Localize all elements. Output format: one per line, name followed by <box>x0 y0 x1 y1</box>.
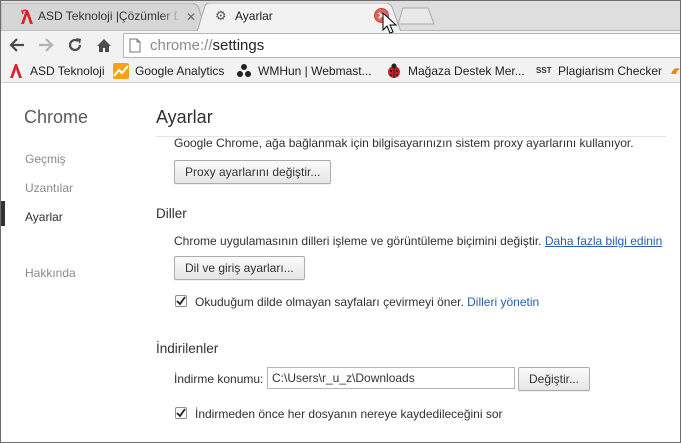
bookmark-label: Mağaza Destek Mer... <box>408 64 525 78</box>
checkmark-icon <box>176 296 186 306</box>
bookmark-label: WMHun | Webmast... <box>258 64 372 78</box>
forward-arrow-icon <box>39 38 54 52</box>
gear-icon: ⚙ <box>215 8 227 23</box>
back-arrow-icon <box>9 38 24 52</box>
learn-more-link[interactable]: Daha fazla bilgi edinin <box>545 234 662 248</box>
mouse-cursor-icon <box>382 12 398 34</box>
change-download-location-button[interactable]: Değiştir... <box>518 367 591 391</box>
checkmark-icon <box>176 408 186 418</box>
bookmark-plagiarism-checker[interactable]: SST Plagiarism Checker <box>536 63 662 79</box>
ask-save-location-label: İndirmeden önce her dosyanın nereye kayd… <box>195 407 503 421</box>
download-location-field[interactable]: C:\Users\r_u_z\Downloads <box>267 367 515 389</box>
page-title: Ayarlar <box>156 107 213 127</box>
overflow-bookmark-icon[interactable] <box>670 64 681 78</box>
bookmark-wmhun[interactable]: WMHun | Webmast... <box>236 63 372 79</box>
new-tab-button[interactable] <box>397 7 435 25</box>
page-icon <box>129 38 141 53</box>
settings-page: Chrome Geçmiş Uzantılar Ayarlar Hakkında… <box>1 83 680 442</box>
ladybug-icon <box>388 63 400 78</box>
sidebar-active-indicator <box>1 201 5 226</box>
reload-icon <box>68 38 82 52</box>
languages-heading: Diller <box>156 206 187 221</box>
home-button[interactable] <box>93 34 115 56</box>
tab-shape <box>197 3 401 32</box>
sidebar-title: Chrome <box>24 107 89 127</box>
forward-button[interactable] <box>35 34 57 56</box>
browser-window: ASD Teknoloji |Çözümler D ✕ ⚙ Ayarlar ch… <box>0 0 681 443</box>
tab-asd-teknoloji[interactable]: ASD Teknoloji |Çözümler D ✕ <box>1 3 206 31</box>
translate-checkbox[interactable] <box>175 295 187 307</box>
sidebar-item-extensions[interactable]: Uzantılar <box>25 181 73 195</box>
tab-title: Ayarlar <box>235 9 273 23</box>
home-icon <box>97 38 111 52</box>
tab-ayarlar[interactable]: ⚙ Ayarlar <box>197 3 401 32</box>
bookmark-label: ASD Teknoloji <box>30 64 105 78</box>
bookmark-google-analytics[interactable]: Google Analytics <box>113 63 224 79</box>
tab-strip: ASD Teknoloji |Çözümler D ✕ ⚙ Ayarlar <box>1 1 680 32</box>
languages-description-line: Chrome uygulamasının dilleri işleme ve g… <box>174 234 662 248</box>
proxy-settings-button[interactable]: Proxy ayarlarını değiştir... <box>174 160 332 184</box>
wmhun-logo-icon <box>237 64 251 77</box>
sidebar-item-settings[interactable]: Ayarlar <box>25 210 63 224</box>
bookmark-magaza-destek[interactable]: Mağaza Destek Mer... <box>386 63 525 79</box>
bookmark-label: Google Analytics <box>135 64 225 78</box>
translate-option-line: Okuduğum dilde olmayan sayfaları çevirme… <box>195 295 539 309</box>
tab-close-icon[interactable]: ✕ <box>186 11 196 23</box>
translate-checkbox-label: Okuduğum dilde olmayan sayfaları çevirme… <box>195 295 464 309</box>
sidebar-item-about[interactable]: Hakkında <box>25 266 76 280</box>
bookmark-asd-teknoloji[interactable]: ASD Teknoloji <box>8 63 104 79</box>
languages-description: Chrome uygulamasının dilleri işleme ve g… <box>174 234 542 248</box>
tab-title-fade <box>161 7 181 27</box>
bookmarks-bar: ASD Teknoloji Google Analytics WMHun | W… <box>1 60 681 83</box>
asd-logo-icon <box>19 9 35 25</box>
sst-logo-icon: SST <box>536 66 552 75</box>
proxy-description: Google Chrome, ağa bağlanmak için bilgis… <box>174 136 634 150</box>
tab-title: ASD Teknoloji |Çözümler D <box>38 9 178 23</box>
bookmark-label: Plagiarism Checker <box>558 64 663 78</box>
reload-button[interactable] <box>64 34 86 56</box>
address-scheme: chrome:// <box>150 37 213 54</box>
downloads-heading: İndirilenler <box>156 341 219 356</box>
analytics-icon <box>113 63 129 79</box>
language-settings-button[interactable]: Dil ve giriş ayarları... <box>174 256 305 280</box>
asd-logo-icon <box>10 64 22 78</box>
manage-languages-link[interactable]: Dilleri yönetin <box>467 295 539 309</box>
address-bar[interactable]: chrome://settings <box>123 33 680 58</box>
download-location-label: İndirme konumu: <box>174 372 264 386</box>
toolbar: chrome://settings <box>1 31 680 60</box>
ask-save-location-checkbox[interactable] <box>175 407 187 419</box>
sidebar-item-history[interactable]: Geçmiş <box>25 152 66 166</box>
back-button[interactable] <box>6 34 28 56</box>
address-text: chrome://settings <box>150 37 264 54</box>
address-host: settings <box>212 37 265 54</box>
